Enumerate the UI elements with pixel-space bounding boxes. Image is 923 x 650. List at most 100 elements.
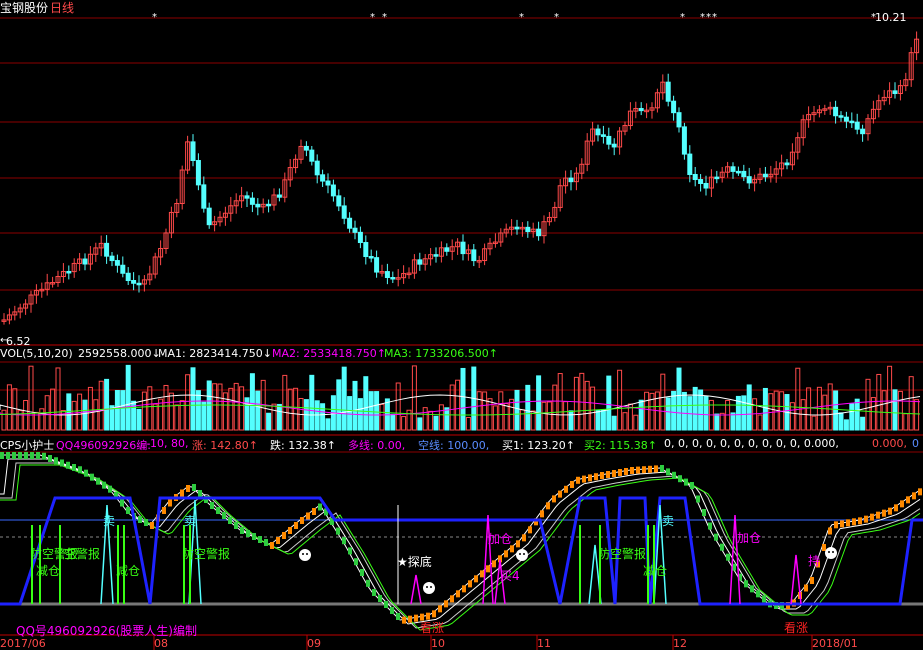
candle-body: [417, 259, 423, 265]
volume-bar: [195, 390, 201, 431]
candle-body: [266, 203, 272, 207]
smiley-eye: [302, 553, 304, 555]
volume-bar: [212, 383, 218, 431]
oscillator-dash: [828, 527, 832, 535]
candle-body: [714, 176, 720, 180]
candle-body: [784, 162, 790, 166]
candle-body: [838, 115, 844, 118]
oscillator-dash: [198, 490, 202, 497]
oscillator-dash: [894, 504, 898, 512]
volume-bar: [746, 384, 752, 431]
oscillator-dash: [216, 507, 220, 514]
candle-body: [854, 121, 860, 130]
oscillator-dash: [612, 470, 616, 477]
star-marker: *: [680, 12, 685, 23]
stock-chart-window[interactable]: * * * * * * * * * * 宝钢股份 日线 10.21 6.52 ← VOL(5,10…: [0, 0, 923, 650]
oscillator-dash: [24, 452, 28, 459]
volume-bar: [563, 401, 569, 431]
star-marker: *: [519, 12, 524, 23]
volume-bar: [309, 374, 315, 431]
volume-bar: [168, 392, 174, 431]
oscillator-dash: [852, 518, 856, 526]
oscillator-dash: [168, 499, 172, 507]
star-marker: *: [706, 12, 711, 23]
indicator-die: 跌: 132.38↑: [270, 439, 336, 452]
volume-bar: [374, 391, 380, 431]
candle-body: [303, 145, 309, 151]
period-label[interactable]: 日线: [50, 0, 74, 16]
signal-jiancang-2: 减仓: [116, 564, 141, 578]
oscillator-dash: [84, 469, 88, 477]
candle-body: [514, 226, 520, 230]
volume-bar: [762, 387, 768, 431]
oscillator-dash: [72, 464, 76, 471]
candle-body: [309, 149, 315, 162]
candle-body: [433, 254, 439, 257]
candle-body: [595, 128, 601, 136]
volume-bar: [71, 400, 77, 431]
volume-bar: [671, 390, 677, 431]
star-marker: *: [712, 12, 717, 23]
signal-mai-a: 卖: [103, 514, 116, 528]
volume-bar: [249, 373, 255, 431]
volume-bar: [849, 403, 855, 431]
candle-body: [206, 207, 212, 226]
indicator-title[interactable]: CPS小护士: [0, 437, 54, 453]
indicator-zeros2: 0.000,: [872, 437, 907, 450]
candle-body: [698, 179, 704, 184]
volume-bar: [843, 419, 849, 431]
oscillator-dash: [102, 481, 106, 489]
vol-title[interactable]: VOL(5,10,20): [0, 347, 73, 360]
volume-bar: [201, 401, 207, 431]
volume-bar: [865, 378, 871, 431]
volume-bar: [158, 398, 164, 431]
oscillator-dash: [30, 452, 34, 459]
oscillator-dash: [666, 468, 670, 476]
indicator-params: -10, 80,: [146, 437, 189, 450]
volume-bar: [892, 389, 898, 431]
oscillator-dash: [582, 475, 586, 483]
volume-bar: [498, 391, 504, 431]
oscillator-dash: [870, 513, 874, 521]
candle-body: [849, 120, 855, 124]
candle-body: [125, 272, 131, 282]
volume-bar: [476, 391, 482, 431]
oscillator-dash: [348, 547, 352, 555]
volume-bar: [174, 404, 180, 431]
candlestick-chart[interactable]: * * * * * * * * * *: [0, 0, 923, 650]
oscillator-dash: [900, 500, 904, 508]
oscillator-dash: [642, 466, 646, 474]
volume-bar: [455, 379, 461, 431]
volume-bar: [903, 413, 909, 431]
candle-body: [363, 242, 369, 258]
oscillator-dash: [606, 471, 610, 478]
oscillator-dash: [888, 507, 892, 515]
star-marker: *: [700, 12, 705, 23]
oscillator-dash: [408, 615, 412, 623]
oscillator-dash: [228, 517, 232, 524]
time-label-6: 2018/01: [812, 637, 858, 650]
oscillator-dash: [378, 595, 382, 602]
candle-body: [730, 166, 736, 172]
volume-bar: [525, 384, 531, 431]
signal-fangkong-2: 空警报: [64, 547, 101, 561]
volume-bar: [417, 417, 423, 431]
oscillator-dash: [810, 577, 814, 584]
volume-bar: [622, 412, 628, 431]
signal-mai-b: 卖: [184, 514, 197, 528]
signal-jiacang-2: 加仓: [737, 531, 762, 545]
volume-bar: [806, 387, 812, 431]
volume-bar: [590, 386, 596, 431]
smiley-eye: [430, 586, 432, 588]
volume-bar: [125, 364, 131, 431]
time-label-3: 10: [431, 637, 445, 650]
oscillator-dash: [528, 526, 532, 534]
volume-bar: [401, 416, 407, 431]
candle-body: [314, 160, 320, 176]
oscillator-dash: [516, 540, 520, 548]
oscillator-dash: [186, 485, 190, 492]
vol-ma3: MA3: 1733206.500↑: [384, 347, 498, 360]
candle-body: [374, 257, 380, 273]
volume-bar: [190, 367, 196, 431]
vol-ma2: MA2: 2533418.750↑: [272, 347, 386, 360]
